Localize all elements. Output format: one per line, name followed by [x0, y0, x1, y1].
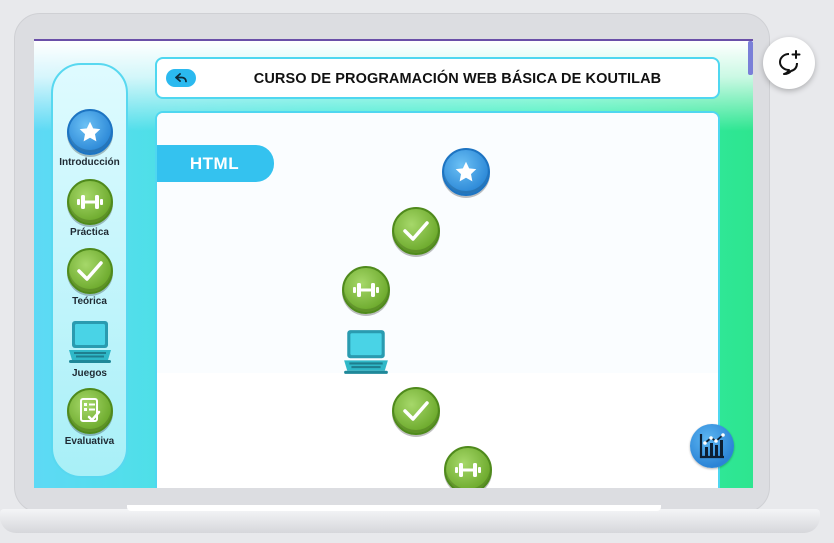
lesson-map: HTML — [155, 111, 720, 488]
back-button[interactable] — [166, 69, 196, 87]
stats-button[interactable] — [690, 424, 734, 468]
sidebar-item-label: Introducción — [59, 157, 120, 168]
path-node-laptop[interactable] — [341, 327, 391, 377]
check-icon — [392, 207, 440, 255]
path-node-check[interactable] — [392, 207, 440, 255]
scrollbar[interactable] — [748, 41, 753, 75]
sidebar-item-juegos[interactable]: Juegos — [53, 318, 126, 379]
star-icon — [442, 148, 490, 196]
app-screen: Introducción Práctica Teórica Juegos Eva… — [34, 39, 753, 488]
path-node-dumbbell[interactable] — [342, 266, 390, 314]
sidebar-item-teorica[interactable]: Teórica — [53, 248, 126, 307]
sidebar-item-practica[interactable]: Práctica — [53, 179, 126, 238]
test-sheet-icon — [66, 388, 113, 434]
sidebar-item-label: Evaluativa — [64, 436, 115, 447]
add-comment-icon — [779, 50, 801, 75]
sidebar-item-evaluativa[interactable]: Evaluativa — [53, 388, 126, 447]
laptop-icon — [341, 327, 391, 377]
dumbbell-icon — [66, 179, 113, 225]
section-label: HTML — [157, 145, 274, 182]
back-arrow-icon — [175, 73, 187, 83]
course-header: CURSO DE PROGRAMACIÓN WEB BÁSICA DE KOUT… — [155, 57, 720, 99]
check-icon — [66, 248, 113, 294]
laptop-base — [0, 509, 820, 533]
sidebar-item-label: Teórica — [72, 296, 107, 307]
path-node-star[interactable] — [442, 148, 490, 196]
check-icon — [392, 387, 440, 435]
laptop-notch — [127, 505, 661, 511]
path-node-dumbbell[interactable] — [444, 446, 492, 488]
laptop-icon — [66, 318, 114, 366]
stats-chart-icon — [699, 433, 725, 459]
dumbbell-icon — [342, 266, 390, 314]
sidebar-item-label: Juegos — [71, 368, 107, 379]
page-title: CURSO DE PROGRAMACIÓN WEB BÁSICA DE KOUT… — [253, 71, 662, 87]
sidebar: Introducción Práctica Teórica Juegos Eva… — [51, 63, 128, 478]
sidebar-item-introduccion[interactable]: Introducción — [53, 109, 126, 168]
sidebar-item-label: Práctica — [70, 227, 109, 238]
star-icon — [66, 109, 113, 155]
dumbbell-icon — [444, 446, 492, 488]
path-node-check[interactable] — [392, 387, 440, 435]
add-comment-button[interactable] — [763, 37, 815, 89]
